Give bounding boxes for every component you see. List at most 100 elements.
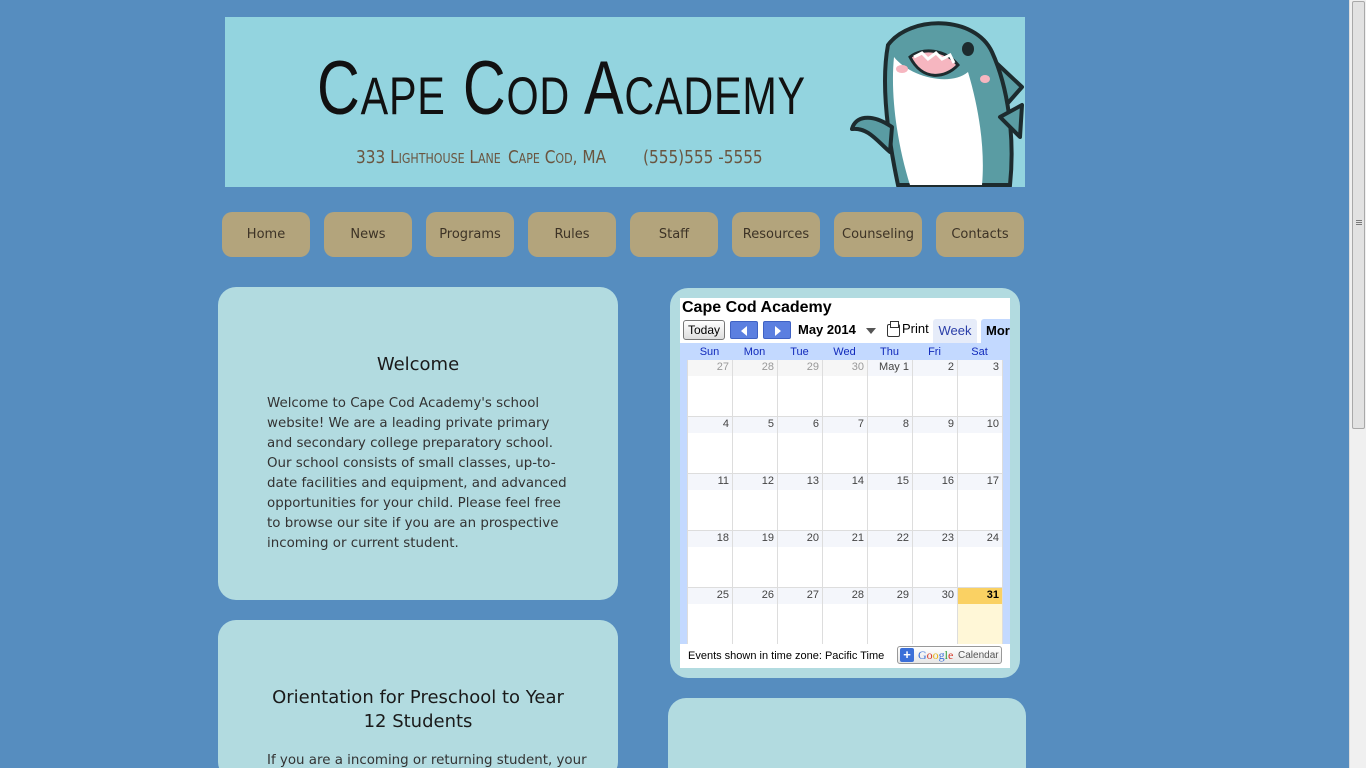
weekday-label: Fri bbox=[928, 346, 941, 358]
nav-rules[interactable]: Rules bbox=[528, 212, 616, 257]
day-number: 28 bbox=[823, 588, 867, 604]
calendar-day[interactable]: 30 bbox=[913, 588, 958, 645]
nav-home[interactable]: Home bbox=[222, 212, 310, 257]
google-logo: Google bbox=[918, 648, 954, 662]
calendar-day[interactable]: 16 bbox=[913, 474, 958, 531]
day-number: 22 bbox=[868, 531, 912, 547]
calendar-day[interactable]: 30 bbox=[823, 360, 868, 417]
nav-programs[interactable]: Programs bbox=[426, 212, 514, 257]
month-label[interactable]: May 2014 bbox=[798, 322, 856, 337]
day-number: 17 bbox=[958, 474, 1002, 490]
weekday-header: Sun Mon Tue Wed Thu Fri Sat bbox=[687, 346, 1002, 360]
calendar-day[interactable]: 8 bbox=[868, 417, 913, 474]
calendar-day[interactable]: 17 bbox=[958, 474, 1003, 531]
calendar-day[interactable]: 23 bbox=[913, 531, 958, 588]
calendar-day[interactable]: 28 bbox=[733, 360, 778, 417]
printer-icon[interactable] bbox=[887, 321, 900, 337]
today-button[interactable]: Today bbox=[683, 320, 725, 340]
day-number: 29 bbox=[868, 588, 912, 604]
calendar-day[interactable]: 10 bbox=[958, 417, 1003, 474]
calendar-day[interactable]: 11 bbox=[688, 474, 733, 531]
day-number: 15 bbox=[868, 474, 912, 490]
plus-icon: + bbox=[900, 648, 914, 662]
welcome-text: Welcome to Cape Cod Academy's school web… bbox=[267, 396, 567, 551]
chevron-down-icon[interactable] bbox=[866, 328, 876, 334]
calendar-day[interactable]: 29 bbox=[868, 588, 913, 645]
calendar-grid: 27 28 29 30 May 1 2 3 4 5 6 7 8 9 10 11 12 13 14 15 16 17 18 1… bbox=[687, 360, 1003, 645]
calendar-day[interactable]: 4 bbox=[688, 417, 733, 474]
calendar-day[interactable]: 9 bbox=[913, 417, 958, 474]
orientation-title: Orientation for Preschool to Year 12 Stu… bbox=[272, 687, 564, 732]
calendar-day[interactable]: 15 bbox=[868, 474, 913, 531]
orientation-card: Orientation for Preschool to Year 12 Stu… bbox=[218, 620, 618, 768]
day-number: 28 bbox=[733, 360, 777, 376]
day-number: 8 bbox=[868, 417, 912, 433]
calendar-day[interactable]: 7 bbox=[823, 417, 868, 474]
calendar-day[interactable]: 21 bbox=[823, 531, 868, 588]
day-number: 9 bbox=[913, 417, 957, 433]
calendar-day[interactable]: 26 bbox=[733, 588, 778, 645]
prev-month-button[interactable] bbox=[730, 321, 758, 339]
calendar-day[interactable]: 2 bbox=[913, 360, 958, 417]
day-number: 27 bbox=[688, 360, 732, 376]
nav-staff[interactable]: Staff bbox=[630, 212, 718, 257]
day-number: 21 bbox=[823, 531, 867, 547]
day-number: May 1 bbox=[868, 360, 912, 376]
weekday-label: Sun bbox=[699, 346, 720, 358]
calendar-day[interactable]: 25 bbox=[688, 588, 733, 645]
day-number: 31 bbox=[958, 588, 1002, 604]
calendar-badge-label: Calendar bbox=[958, 650, 999, 661]
day-number: 5 bbox=[733, 417, 777, 433]
nav-contacts[interactable]: Contacts bbox=[936, 212, 1024, 257]
tab-week[interactable]: Week bbox=[933, 319, 977, 343]
day-number: 12 bbox=[733, 474, 777, 490]
scrollbar-thumb[interactable] bbox=[1352, 1, 1365, 429]
calendar-day[interactable]: 18 bbox=[688, 531, 733, 588]
calendar-day[interactable]: May 1 bbox=[868, 360, 913, 417]
day-number: 23 bbox=[913, 531, 957, 547]
calendar-day[interactable]: 14 bbox=[823, 474, 868, 531]
header-banner: Cape Cod Academy 333 Lighthouse Lane Cap… bbox=[225, 17, 1025, 187]
day-number: 16 bbox=[913, 474, 957, 490]
calendar-day[interactable]: 5 bbox=[733, 417, 778, 474]
google-calendar-button[interactable]: + Google Calendar bbox=[897, 646, 1002, 664]
calendar-day[interactable]: 29 bbox=[778, 360, 823, 417]
phone-number: (555)555 -5555 bbox=[643, 147, 763, 168]
calendar-day[interactable]: 27 bbox=[778, 588, 823, 645]
weekday-label: Wed bbox=[833, 346, 856, 358]
next-month-button[interactable] bbox=[763, 321, 791, 339]
tab-month[interactable]: Mor bbox=[981, 319, 1010, 343]
calendar-day[interactable]: 28 bbox=[823, 588, 868, 645]
day-number: 2 bbox=[913, 360, 957, 376]
calendar-day[interactable]: 20 bbox=[778, 531, 823, 588]
sidebar-card bbox=[668, 698, 1026, 768]
calendar-day[interactable]: 3 bbox=[958, 360, 1003, 417]
calendar-day[interactable]: 19 bbox=[733, 531, 778, 588]
calendar-day[interactable]: 22 bbox=[868, 531, 913, 588]
day-number: 30 bbox=[913, 588, 957, 604]
weekday-label: Mon bbox=[743, 346, 766, 358]
calendar-day[interactable]: 6 bbox=[778, 417, 823, 474]
address-street: 333 Lighthouse Lane bbox=[356, 147, 501, 168]
calendar-day[interactable]: 12 bbox=[733, 474, 778, 531]
day-number: 26 bbox=[733, 588, 777, 604]
calendar-toolbar: Today May 2014 Print Week Mor bbox=[680, 319, 1010, 343]
day-number: 13 bbox=[778, 474, 822, 490]
calendar-day[interactable]: 24 bbox=[958, 531, 1003, 588]
weekday-label: Thu bbox=[880, 346, 899, 358]
address-city: Cape Cod, MA bbox=[508, 147, 607, 168]
calendar-day[interactable]: 13 bbox=[778, 474, 823, 531]
calendar-day-today[interactable]: 31 bbox=[958, 588, 1003, 645]
calendar-day[interactable]: 27 bbox=[688, 360, 733, 417]
page-scrollbar[interactable] bbox=[1349, 0, 1366, 768]
day-number: 25 bbox=[688, 588, 732, 604]
day-number: 18 bbox=[688, 531, 732, 547]
print-link[interactable]: Print bbox=[902, 321, 929, 336]
calendar-footer: Events shown in time zone: Pacific Time … bbox=[680, 644, 1010, 668]
day-number: 19 bbox=[733, 531, 777, 547]
nav-resources[interactable]: Resources bbox=[732, 212, 820, 257]
nav-news[interactable]: News bbox=[324, 212, 412, 257]
day-number: 7 bbox=[823, 417, 867, 433]
nav-counseling[interactable]: Counseling bbox=[834, 212, 922, 257]
site-title: Cape Cod Academy bbox=[317, 46, 806, 131]
